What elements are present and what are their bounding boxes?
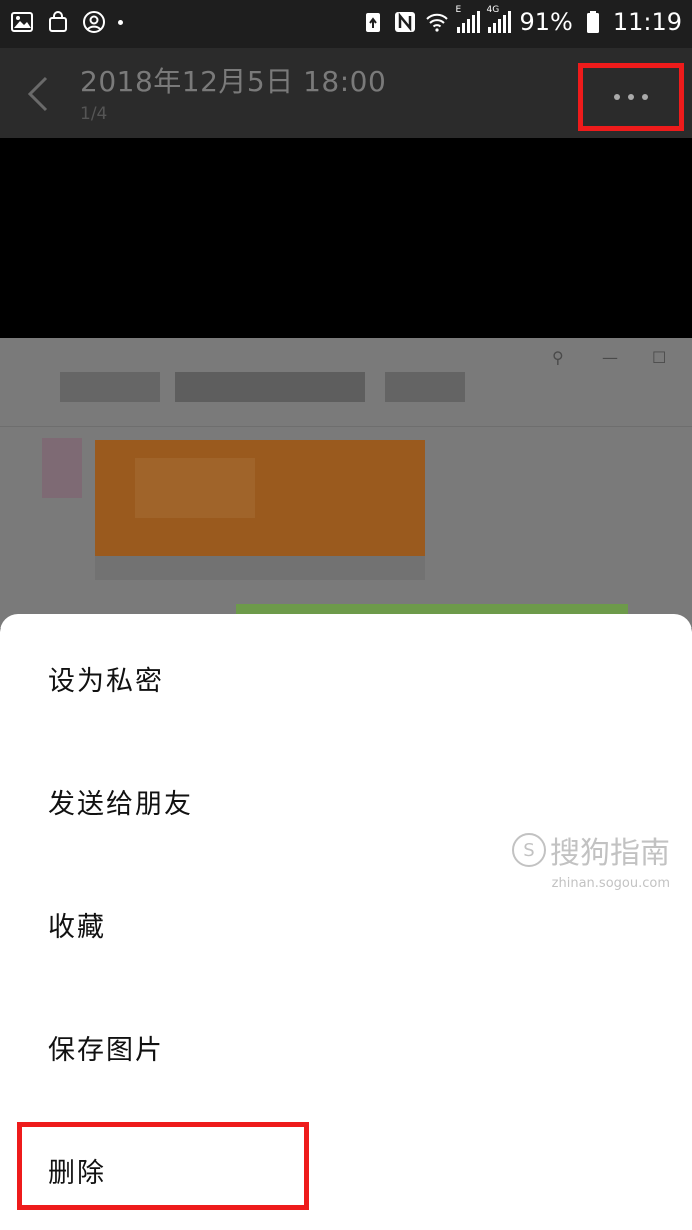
sogou-logo-icon: S [512, 833, 546, 867]
blurred-text-block [60, 372, 160, 402]
status-bar: E 4G 91% 11:19 [0, 0, 692, 48]
blurred-detail [135, 458, 255, 518]
photo-date-title: 2018年12月5日 18:00 [80, 65, 387, 98]
nfc-icon [395, 12, 416, 32]
photo-letterbox [0, 138, 692, 338]
delete-highlight-box [17, 1122, 309, 1210]
minimize-icon: — [602, 348, 618, 367]
blurred-avatar [42, 438, 82, 498]
clock: 11:19 [612, 8, 682, 36]
action-sheet: 设为私密 发送给朋友 收藏 保存图片 删除 [0, 614, 692, 1230]
photo-counter: 1/4 [80, 104, 108, 124]
signal-strength-icon: E [455, 5, 481, 33]
network-type-label: E [455, 5, 462, 15]
watermark-url: zhinan.sogou.com [551, 876, 670, 891]
pin-icon: ⚲ [552, 348, 564, 367]
watermark-brand: 搜狗指南 [550, 836, 670, 871]
viewed-photo[interactable]: ⚲ — ☐ [0, 338, 692, 628]
blurred-text-block [175, 372, 365, 402]
back-arrow-icon[interactable] [22, 74, 56, 114]
network-4g-label: 4G [486, 5, 500, 15]
menu-item-set-private[interactable]: 设为私密 [0, 628, 692, 728]
blurred-text-block [385, 372, 465, 402]
signal-strength-icon-2: 4G [486, 5, 512, 33]
menu-item-label: 发送给朋友 [48, 788, 193, 820]
photo-viewer-header: 2018年12月5日 18:00 1/4 [0, 48, 692, 138]
wifi-icon [426, 13, 449, 32]
blurred-text-block [95, 556, 425, 580]
battery-saver-icon [366, 13, 381, 32]
gallery-notification-icon [11, 12, 33, 32]
shopping-bag-icon [49, 11, 67, 32]
more-notifications-dot [118, 19, 123, 25]
maximize-icon: ☐ [652, 348, 667, 367]
more-dot-icon [614, 94, 620, 100]
divider [0, 426, 692, 427]
battery-percentage: 91% [519, 8, 573, 36]
more-options-button[interactable] [578, 63, 684, 131]
account-icon [83, 11, 105, 33]
menu-item-save-image[interactable]: 保存图片 [0, 997, 692, 1097]
watermark: S 搜狗指南 zhinan.sogou.com [512, 828, 670, 891]
more-dot-icon [628, 94, 634, 100]
battery-icon [586, 11, 599, 33]
menu-item-label: 设为私密 [48, 665, 164, 697]
menu-item-label: 保存图片 [48, 1034, 164, 1066]
more-dot-icon [642, 94, 648, 100]
menu-item-label: 收藏 [48, 911, 106, 943]
